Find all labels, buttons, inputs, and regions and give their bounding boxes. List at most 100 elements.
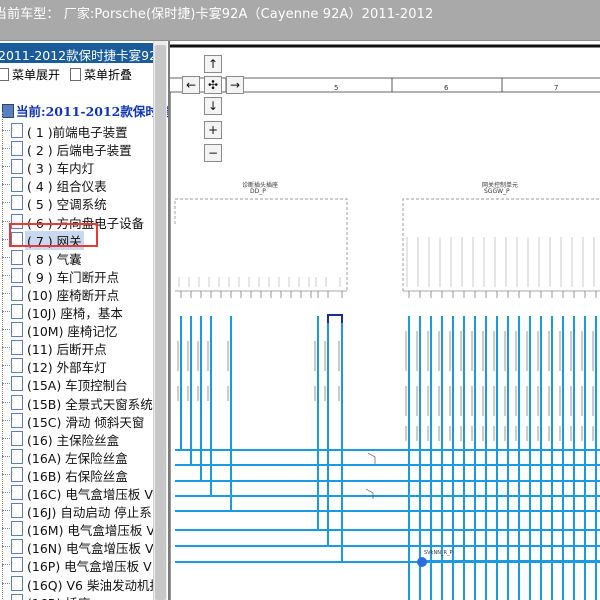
document-icon <box>11 376 23 392</box>
document-icon <box>11 575 23 591</box>
tree-item[interactable]: (11) 后断开点 <box>0 329 160 357</box>
tree-item[interactable]: (16B) 右保险丝盒 <box>0 455 160 484</box>
tree-connector-line <box>2 347 3 366</box>
tree-item[interactable]: (16A) 左保险丝盒 <box>0 437 160 466</box>
tree-connector-dots <box>2 329 10 331</box>
tree-item[interactable]: ( 1 )前端电子装置 <box>0 112 160 140</box>
document-icon <box>11 466 23 482</box>
collapse-icon <box>70 68 81 81</box>
tree-connector-dots <box>2 510 10 512</box>
tree-item[interactable]: (16J) 自动启动 停止系 <box>0 492 160 520</box>
zoom-out-button[interactable]: − <box>204 144 222 162</box>
document-icon <box>11 177 23 193</box>
collapse-menu-button[interactable]: 菜单折叠 <box>70 66 132 83</box>
pan-up-button[interactable]: ↑ <box>204 55 222 73</box>
tree-item[interactable]: ( 4 ) 组合仪表 <box>0 166 160 194</box>
tree-connector-line <box>2 419 3 438</box>
pan-center-button[interactable]: ✣ <box>204 76 222 94</box>
scrollbar-thumb[interactable] <box>155 45 166 600</box>
tree-item[interactable]: (16M) 电气盒增压板 V <box>0 510 160 538</box>
connector-left-id: DD_P <box>250 188 266 195</box>
tree-connector-dots <box>2 274 10 276</box>
tree-item[interactable]: ( 9 ) 车门断开点 <box>0 256 160 285</box>
selection-highlight-box <box>9 223 98 247</box>
zoom-in-button[interactable]: + <box>204 121 222 139</box>
tree-item[interactable]: ( 8 ) 气囊 <box>0 238 160 267</box>
tree-connector-line <box>2 130 3 149</box>
tree-item[interactable]: (10M) 座椅记忆 <box>0 311 160 339</box>
tree-item[interactable]: (16R) 插座 <box>0 582 160 600</box>
tree-item[interactable]: ( 5 ) 空调系统 <box>0 184 160 212</box>
tree-connector-line <box>2 401 3 420</box>
ruler-label-6: 6 <box>444 84 449 92</box>
expand-menu-button[interactable]: 菜单展开 <box>0 66 60 83</box>
document-icon <box>11 557 23 573</box>
tree-connector-line <box>2 564 3 583</box>
arrow-right-icon: → <box>229 78 241 92</box>
document-icon <box>11 412 23 428</box>
tree-connector-dots <box>2 437 10 439</box>
tree-connector-line <box>2 256 3 275</box>
tree-connector-dots <box>2 401 10 403</box>
tree-root-label: 当前:2011-2012款保时捷 <box>16 104 170 119</box>
tree-item[interactable]: (15A) 车顶控制台 <box>0 365 160 393</box>
pan-right-button[interactable]: → <box>226 76 244 94</box>
ruler-label-5: 5 <box>334 84 338 92</box>
tree-item[interactable]: (16N) 电气盒增压板 V <box>0 528 160 556</box>
tree-item[interactable]: (16Q) V6 柴油发动机挡 <box>0 564 162 593</box>
tree-item[interactable]: (15B) 全景式天窗系统 <box>0 383 160 412</box>
document-icon <box>11 340 23 356</box>
wiring-diagram[interactable]: 5 6 7 诊断插头插座 DD_P 网关控制单元 SGGW_P SVkNN_R_… <box>170 41 600 600</box>
plus-icon: + <box>207 123 219 137</box>
sidebar: 2011-2012款保时捷卡宴92A 菜单展开 菜单折叠 当前:2011-201… <box>0 41 170 600</box>
tree-item[interactable]: ( 2 ) 后端电子装置 <box>0 130 160 158</box>
tree-connector-dots <box>2 492 10 493</box>
document-icon <box>11 322 23 338</box>
document-icon <box>11 141 23 157</box>
ruler-label-7: 7 <box>554 84 558 92</box>
tree-item[interactable]: (10) 座椅断开点 <box>0 274 160 303</box>
junction-label: SVkNN_R_P <box>424 550 452 556</box>
document-icon <box>11 448 23 464</box>
tree-connector-line <box>2 365 3 384</box>
document-icon <box>11 267 23 283</box>
expand-icon <box>0 68 9 81</box>
tree-item[interactable]: (12) 外部车灯 <box>0 347 160 375</box>
tree-connector-line <box>2 238 3 257</box>
tree-item[interactable]: (10J) 座椅，基本 <box>0 293 160 321</box>
tree-connector-dots <box>2 564 10 566</box>
tree-connector-line <box>2 112 3 130</box>
tree-connector-dots <box>2 166 10 168</box>
tree-connector-line <box>2 474 3 492</box>
tree-connector-line <box>2 220 3 239</box>
tree-item[interactable]: (15C) 滑动 倾斜天窗 <box>0 401 160 430</box>
tree-connector-dots <box>2 256 10 258</box>
document-icon <box>11 503 23 519</box>
document-icon <box>11 593 23 600</box>
arrow-down-icon: ↓ <box>207 99 219 113</box>
sidebar-header-text: 2011-2012款保时捷卡宴92A <box>0 48 166 63</box>
tree-item[interactable]: ( 3 ) 车内灯 <box>0 148 160 176</box>
center-icon: ✣ <box>207 78 219 92</box>
tree-connector-dots <box>2 546 10 548</box>
expand-menu-label: 菜单展开 <box>12 68 61 82</box>
tree-connector-line <box>2 311 3 330</box>
tree-connector-line <box>2 455 3 474</box>
tree-connector-line <box>2 293 3 311</box>
tree-item[interactable]: (16C) 电气盒增压板 V <box>0 474 160 502</box>
minus-icon: − <box>207 146 219 160</box>
tree-connector-dots <box>2 220 10 222</box>
document-icon <box>11 394 23 410</box>
collapse-menu-label: 菜单折叠 <box>84 68 133 82</box>
tree-connector-dots <box>2 130 10 131</box>
pan-left-button[interactable]: ← <box>182 76 200 94</box>
tree-item[interactable]: (16P) 电气盒增压板 V <box>0 546 160 574</box>
tree-connector-dots <box>2 473 10 475</box>
sidebar-scrollbar[interactable] <box>153 41 167 600</box>
tree-connector-dots <box>2 528 10 530</box>
tree-connector-line <box>2 184 3 203</box>
tree-item[interactable]: (16) 主保险丝盒 <box>0 419 160 448</box>
pan-down-button[interactable]: ↓ <box>204 97 222 115</box>
sidebar-header: 2011-2012款保时捷卡宴92A <box>0 43 166 63</box>
tree-connector-line <box>2 492 3 511</box>
